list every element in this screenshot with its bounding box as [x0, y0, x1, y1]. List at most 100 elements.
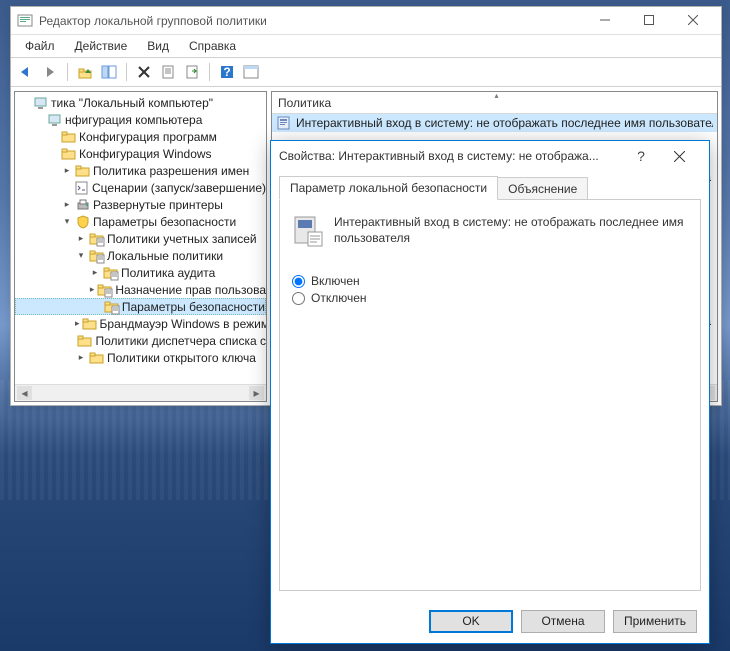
tree-item[interactable]: тика "Локальный компьютер"	[15, 94, 266, 111]
list-row-label: Интерактивный вход в систему: не отображ…	[296, 116, 713, 130]
delete-button[interactable]	[133, 61, 155, 83]
sort-asc-icon: ▴	[495, 91, 499, 100]
policy-name-text: Интерактивный вход в систему: не отображ…	[334, 214, 688, 248]
folder-icon	[61, 146, 77, 162]
dialog-title: Свойства: Интерактивный вход в систему: …	[279, 149, 625, 163]
folder-p-icon	[89, 231, 105, 247]
tree-item[interactable]: Развернутые принтеры	[15, 196, 266, 213]
radio-disabled-input[interactable]	[292, 292, 305, 305]
chevron-down-icon[interactable]	[75, 250, 87, 261]
radio-disabled[interactable]: Отключен	[292, 291, 688, 305]
menu-help[interactable]: Справка	[179, 36, 246, 56]
tree-item[interactable]: Политика аудита	[15, 264, 266, 281]
policy-item-icon	[276, 115, 292, 131]
scroll-left-icon[interactable]: ◂	[17, 386, 32, 400]
tree-item-label: Политика аудита	[121, 266, 215, 280]
tree-item-label: Сценарии (запуск/завершение)	[92, 181, 266, 195]
radio-enabled-label: Включен	[311, 274, 360, 288]
apply-button[interactable]: Применить	[613, 610, 697, 633]
radio-enabled[interactable]: Включен	[292, 274, 688, 288]
dialog-help-button[interactable]: ?	[625, 148, 657, 164]
back-button[interactable]	[15, 61, 37, 83]
app-icon	[17, 13, 33, 29]
tree-item[interactable]: нфигурация компьютера	[15, 111, 266, 128]
chevron-right-icon[interactable]	[75, 233, 87, 244]
export-button[interactable]	[181, 61, 203, 83]
show-hide-button[interactable]	[98, 61, 120, 83]
chevron-right-icon[interactable]	[75, 352, 87, 363]
dialog-tabs: Параметр локальной безопасности Объяснен…	[271, 171, 709, 199]
folder-icon	[61, 129, 77, 145]
tab-explain[interactable]: Объяснение	[497, 177, 588, 199]
policy-properties-dialog: Свойства: Интерактивный вход в систему: …	[270, 140, 710, 644]
tree-item-label: Политики диспетчера списка с	[95, 334, 266, 348]
tree-item-label: тика "Локальный компьютер"	[51, 96, 213, 110]
tree-item-label: Политика разрешения имен	[93, 164, 249, 178]
close-button[interactable]	[671, 8, 715, 32]
tree-item-label: Конфигурация программ	[79, 130, 217, 144]
list-header-policy[interactable]: Политика ▴	[272, 92, 717, 114]
dialog-button-row: OK Отмена Применить	[271, 599, 709, 643]
folder-p-icon	[97, 282, 113, 298]
up-button[interactable]	[74, 61, 96, 83]
tree-item[interactable]: Конфигурация Windows	[15, 145, 266, 162]
menu-file[interactable]: Файл	[15, 36, 65, 56]
chevron-right-icon[interactable]	[75, 318, 80, 329]
tree-item[interactable]: Назначение прав пользова	[15, 281, 266, 298]
tree-item[interactable]: Параметры безопасности	[15, 298, 266, 315]
list-row[interactable]: Интерактивный вход в систему: не отображ…	[272, 114, 717, 132]
printer-icon	[75, 197, 91, 213]
chevron-down-icon[interactable]	[61, 216, 73, 227]
folder-p-icon	[89, 248, 105, 264]
radio-disabled-label: Отключен	[311, 291, 367, 305]
tree-item[interactable]: Конфигурация программ	[15, 128, 266, 145]
minimize-button[interactable]	[583, 8, 627, 32]
ok-button[interactable]: OK	[429, 610, 513, 633]
tree-item-label: Локальные политики	[107, 249, 223, 263]
tree-item[interactable]: Политики учетных записей	[15, 230, 266, 247]
properties-button[interactable]	[157, 61, 179, 83]
menu-view[interactable]: Вид	[137, 36, 179, 56]
list-header-label: Политика	[278, 96, 331, 110]
tree-item[interactable]: Параметры безопасности	[15, 213, 266, 230]
tab-local-security-setting[interactable]: Параметр локальной безопасности	[279, 176, 498, 200]
menubar: Файл Действие Вид Справка	[11, 35, 721, 57]
tree-item[interactable]: Политика разрешения имен	[15, 162, 266, 179]
tree-h-scrollbar[interactable]: ◂ ▸	[15, 384, 266, 401]
folder-p-icon	[103, 265, 119, 281]
forward-button[interactable]	[39, 61, 61, 83]
tree-item[interactable]: Брандмауэр Windows в режим	[15, 315, 266, 332]
folder-icon	[89, 350, 105, 366]
folder-icon	[77, 333, 93, 349]
tree-item-label: нфигурация компьютера	[65, 113, 202, 127]
tree-body[interactable]: тика "Локальный компьютер" нфигурация ком…	[15, 92, 266, 384]
tree-item[interactable]: Сценарии (запуск/завершение)	[15, 179, 266, 196]
chevron-right-icon[interactable]	[89, 267, 101, 278]
chevron-right-icon[interactable]	[61, 199, 73, 210]
filter-button[interactable]	[240, 61, 262, 83]
tree-item[interactable]: Локальные политики	[15, 247, 266, 264]
tree-item-label: Параметры безопасности	[93, 215, 236, 229]
window-title: Редактор локальной групповой политики	[39, 14, 583, 28]
tree-item-label: Параметры безопасности	[122, 300, 265, 314]
pc-icon	[33, 95, 49, 111]
help-button[interactable]: ?	[216, 61, 238, 83]
cancel-button[interactable]: Отмена	[521, 610, 605, 633]
tree-item-label: Брандмауэр Windows в режим	[100, 317, 266, 331]
menu-action[interactable]: Действие	[65, 36, 138, 56]
chevron-right-icon[interactable]	[61, 165, 73, 176]
pc-icon	[47, 112, 63, 128]
dialog-titlebar: Свойства: Интерактивный вход в систему: …	[271, 141, 709, 171]
radio-enabled-input[interactable]	[292, 275, 305, 288]
tree-item[interactable]: Политики диспетчера списка с	[15, 332, 266, 349]
maximize-button[interactable]	[627, 8, 671, 32]
tree-item[interactable]: Политики открытого ключа	[15, 349, 266, 366]
folder-icon	[75, 163, 91, 179]
tab-panel: Интерактивный вход в систему: не отображ…	[279, 199, 701, 591]
chevron-right-icon[interactable]	[89, 284, 95, 295]
dialog-close-button[interactable]	[657, 144, 701, 168]
tree-item-label: Политики учетных записей	[107, 232, 257, 246]
script-icon	[74, 180, 90, 196]
scroll-right-icon[interactable]: ▸	[249, 386, 264, 400]
folder-icon	[82, 316, 98, 332]
